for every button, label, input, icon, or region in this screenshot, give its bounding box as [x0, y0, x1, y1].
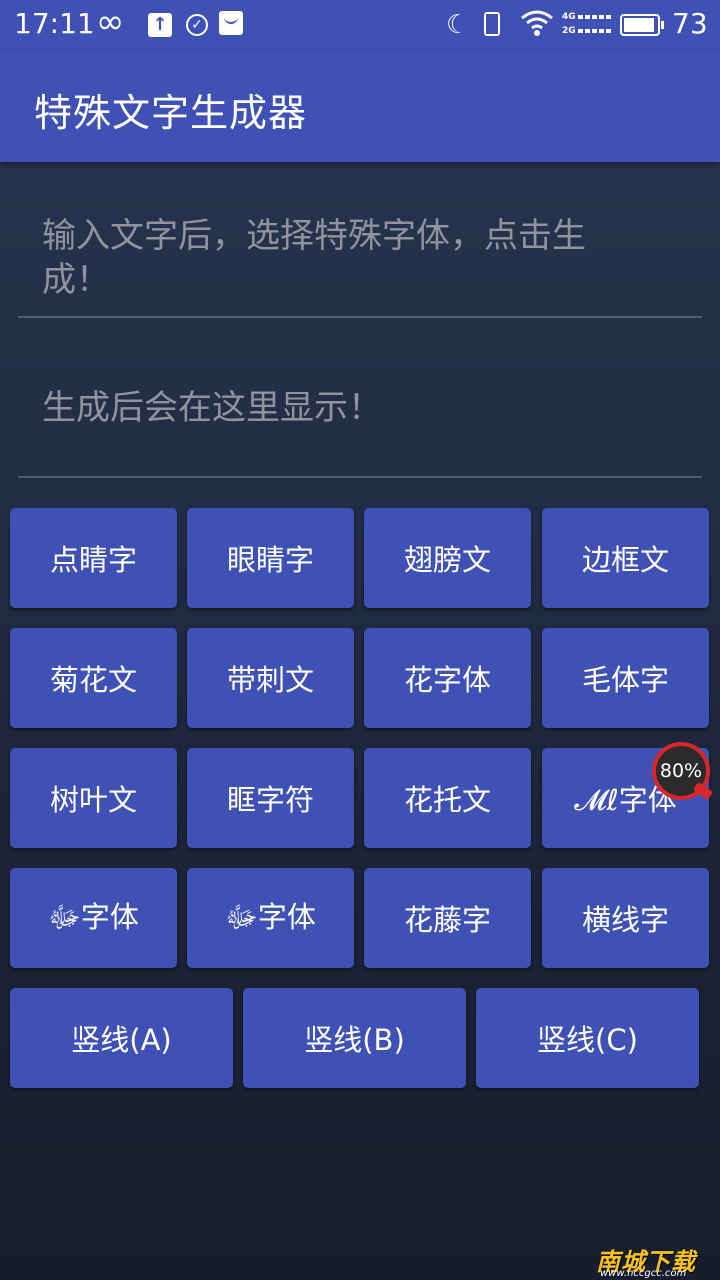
floating-progress-badge[interactable]: 80%: [652, 742, 710, 800]
check-circle-icon: ✓: [186, 14, 208, 36]
arabic-font-button-2[interactable]: ﷻ字体: [187, 868, 354, 968]
yanjing-button[interactable]: 眼睛字: [187, 508, 354, 608]
watermark-logo: 南城下载 www.nccgcc.com: [596, 1240, 712, 1280]
output-placeholder: 生成后会在这里显示！: [42, 388, 382, 428]
moon-icon: ☾: [446, 10, 470, 40]
maotizi-button[interactable]: 毛体字: [542, 628, 709, 728]
upload-icon: ↑: [148, 13, 172, 37]
page-title: 特殊文字生成器: [34, 91, 308, 135]
status-time: 17:11: [14, 7, 95, 40]
infinity-icon: ∞: [96, 2, 125, 42]
huaziti-button[interactable]: 花字体: [364, 628, 531, 728]
signal-icon: 4G 2G: [562, 12, 614, 38]
battery-icon: [620, 14, 664, 36]
dianjing-button[interactable]: 点睛字: [10, 508, 177, 608]
arabic-font-button-1[interactable]: ﷻ字体: [10, 868, 177, 968]
bag-icon: [219, 11, 243, 35]
kuangzifu-button[interactable]: 眶字符: [187, 748, 354, 848]
chibang-button[interactable]: 翅膀文: [364, 508, 531, 608]
app-bar: 特殊文字生成器: [0, 50, 720, 162]
shuxian-c-button[interactable]: 竖线(C): [476, 988, 699, 1088]
output-field[interactable]: 生成后会在这里显示！: [18, 372, 702, 478]
wifi-icon: [521, 10, 553, 36]
biankuang-button[interactable]: 边框文: [542, 508, 709, 608]
shuxian-a-button[interactable]: 竖线(A): [10, 988, 233, 1088]
shuye-button[interactable]: 树叶文: [10, 748, 177, 848]
vibrate-icon: [484, 12, 500, 36]
watermark-url: www.nccgcc.com: [600, 1268, 687, 1279]
badge-label: 80%: [659, 760, 703, 782]
daici-button[interactable]: 带刺文: [187, 628, 354, 728]
juhua-button[interactable]: 菊花文: [10, 628, 177, 728]
hengxian-button[interactable]: 横线字: [542, 868, 709, 968]
signal-4g-label: 4G: [562, 12, 576, 22]
input-placeholder: 输入文字后，选择特殊字体，点击生成！: [42, 216, 586, 300]
status-bar: 17:11 ∞ ↑ ✓ ☾ 4G 2G 73: [0, 0, 720, 50]
text-input[interactable]: 输入文字后，选择特殊字体，点击生成！: [18, 200, 702, 318]
shuxian-b-button[interactable]: 竖线(B): [243, 988, 466, 1088]
signal-2g-label: 2G: [562, 26, 576, 36]
huateng-button[interactable]: 花藤字: [364, 868, 531, 968]
huatuo-button[interactable]: 花托文: [364, 748, 531, 848]
battery-level: 73: [672, 7, 708, 40]
